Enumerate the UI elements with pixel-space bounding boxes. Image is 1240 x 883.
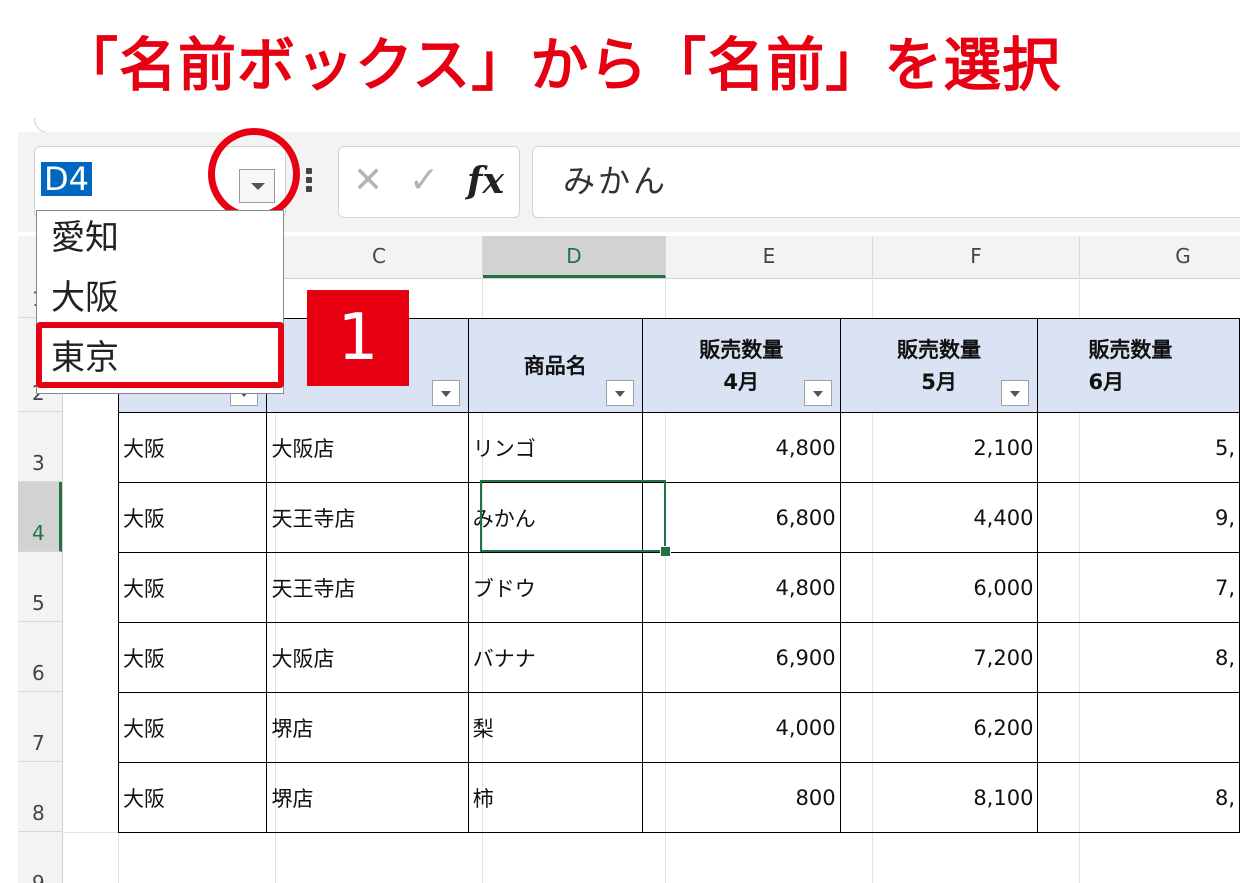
table-cell[interactable]: 9, — [1037, 482, 1240, 553]
table-row: 大阪 堺店 柿 800 8,100 8, — [117, 762, 1240, 833]
step-badge: 1 — [307, 290, 409, 386]
column-header-c[interactable]: C — [276, 236, 483, 277]
table-cell[interactable]: 8,100 — [839, 762, 1039, 833]
data-table: 舗 商品名 販売数量4月 販売数量5月 販売数量6月 大阪 大阪店 リンゴ 4,… — [117, 318, 1240, 833]
table-cell[interactable]: 6,800 — [641, 482, 841, 553]
row-header-4[interactable]: 4 — [18, 482, 62, 552]
row-header-8[interactable]: 8 — [18, 762, 62, 832]
row-header-9[interactable]: 9 — [18, 832, 62, 883]
filter-button[interactable] — [1001, 380, 1030, 406]
cancel-icon[interactable]: ✕ — [353, 161, 383, 201]
filter-button[interactable] — [431, 380, 460, 406]
table-cell[interactable]: 5, — [1037, 412, 1240, 483]
table-cell[interactable] — [1037, 692, 1240, 763]
header-cell[interactable]: 販売数量 6月 — [1037, 318, 1240, 413]
table-cell[interactable]: 大阪 — [117, 412, 268, 483]
table-cell[interactable]: 4,800 — [641, 552, 841, 623]
row-header-3[interactable]: 3 — [18, 412, 62, 482]
table-cell[interactable]: 大阪 — [117, 552, 268, 623]
table-cell[interactable]: 柿 — [467, 762, 643, 833]
header-cell[interactable]: 商品名 — [467, 318, 643, 413]
table-cell[interactable]: 8, — [1037, 762, 1240, 833]
chevron-down-icon — [1010, 391, 1021, 397]
table-cell[interactable]: リンゴ — [467, 412, 643, 483]
column-header-e[interactable]: E — [666, 236, 873, 277]
table-cell[interactable]: 大阪 — [117, 762, 268, 833]
insert-function-button[interactable]: fx — [467, 159, 504, 203]
formula-input[interactable]: みかん — [532, 146, 1240, 218]
highlight-box — [36, 322, 284, 388]
table-cell[interactable]: 7,200 — [839, 622, 1039, 693]
table-row: 大阪 大阪店 バナナ 6,900 7,200 8, — [117, 622, 1240, 693]
filter-button[interactable] — [605, 380, 634, 406]
table-cell[interactable]: 梨 — [467, 692, 643, 763]
table-cell[interactable]: 8, — [1037, 622, 1240, 693]
row-header-5[interactable]: 5 — [18, 552, 62, 622]
table-cell[interactable]: 6,000 — [839, 552, 1039, 623]
table-cell[interactable]: 大阪 — [117, 482, 268, 553]
highlight-circle — [208, 128, 300, 220]
formula-buttons: ✕ ✓ fx — [338, 146, 520, 218]
dropdown-item-aichi[interactable]: 愛知 — [51, 213, 119, 263]
table-cell[interactable]: 6,200 — [839, 692, 1039, 763]
table-cell[interactable]: 大阪店 — [266, 412, 469, 483]
chevron-down-icon — [440, 391, 451, 397]
dropdown-item-osaka[interactable]: 大阪 — [51, 273, 119, 323]
name-box-value[interactable]: D4 — [41, 162, 92, 196]
header-cell[interactable]: 販売数量 5月 — [839, 318, 1039, 413]
table-header-row: 舗 商品名 販売数量4月 販売数量5月 販売数量6月 — [117, 318, 1240, 413]
column-header-f[interactable]: F — [873, 236, 1080, 277]
chevron-down-icon — [614, 391, 625, 397]
chevron-down-icon — [812, 391, 823, 397]
table-cell[interactable]: 大阪店 — [266, 622, 469, 693]
table-cell[interactable]: ブドウ — [467, 552, 643, 623]
table-cell[interactable]: 大阪 — [117, 622, 268, 693]
table-cell[interactable]: 天王寺店 — [266, 552, 469, 623]
column-header-d[interactable]: D — [483, 236, 666, 278]
table-row: 大阪 天王寺店 みかん 6,800 4,400 9, — [117, 482, 1240, 553]
enter-icon[interactable]: ✓ — [409, 161, 439, 201]
table-cell[interactable]: 2,100 — [839, 412, 1039, 483]
column-header-g[interactable]: G — [1080, 236, 1240, 277]
table-cell[interactable]: 4,800 — [641, 412, 841, 483]
active-cell-outline — [480, 480, 666, 552]
table-cell[interactable]: 7, — [1037, 552, 1240, 623]
row-header-7[interactable]: 7 — [18, 692, 62, 762]
table-cell[interactable]: バナナ — [467, 622, 643, 693]
fill-handle[interactable] — [660, 546, 671, 557]
row-header-6[interactable]: 6 — [18, 622, 62, 692]
table-cell[interactable]: 堺店 — [266, 762, 469, 833]
formula-value: みかん — [563, 162, 669, 200]
table-cell[interactable]: 6,900 — [641, 622, 841, 693]
table-cell[interactable]: 堺店 — [266, 692, 469, 763]
table-row: 大阪 堺店 梨 4,000 6,200 — [117, 692, 1240, 763]
table-cell[interactable]: 大阪 — [117, 692, 268, 763]
ribbon-edge — [34, 118, 1240, 133]
header-cell[interactable]: 販売数量 4月 — [641, 318, 841, 413]
drag-handle-icon[interactable] — [306, 168, 314, 198]
table-row: 大阪 天王寺店 ブドウ 4,800 6,000 7, — [117, 552, 1240, 623]
filter-button[interactable] — [803, 380, 832, 406]
table-cell[interactable]: 天王寺店 — [266, 482, 469, 553]
table-cell[interactable]: 4,400 — [839, 482, 1039, 553]
table-row: 大阪 大阪店 リンゴ 4,800 2,100 5, — [117, 412, 1240, 483]
caption-title: 「名前ボックス」から「名前」を選択 — [60, 31, 1062, 99]
table-cell[interactable]: 800 — [641, 762, 841, 833]
table-cell[interactable]: 4,000 — [641, 692, 841, 763]
